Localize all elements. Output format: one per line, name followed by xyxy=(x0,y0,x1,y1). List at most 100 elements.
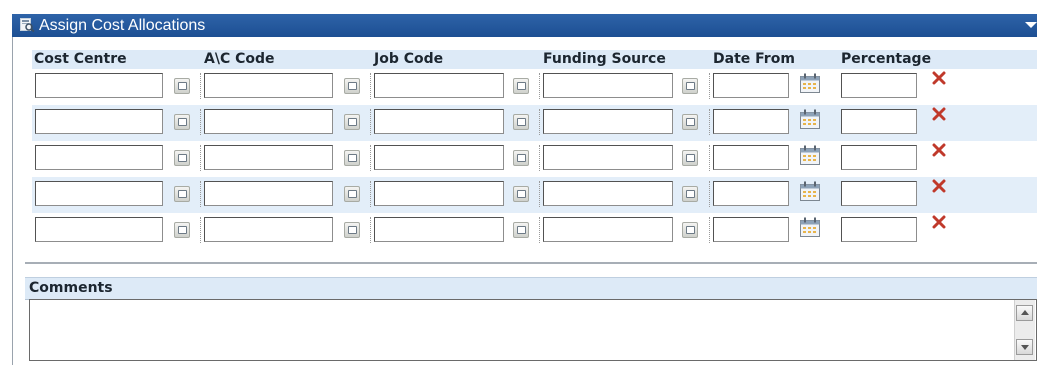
funding-source-lookup-icon[interactable] xyxy=(682,78,698,94)
date-from-input[interactable] xyxy=(713,145,789,170)
scroll-down-button[interactable] xyxy=(1016,339,1033,355)
percentage-input[interactable] xyxy=(841,217,917,242)
job-code-lookup-icon[interactable] xyxy=(513,78,529,94)
allocation-grid: Cost Centre A\C Code Job Code Funding So… xyxy=(32,50,1037,260)
column-separator xyxy=(200,145,201,171)
funding-source-input[interactable] xyxy=(543,217,673,242)
column-separator xyxy=(709,217,710,243)
delete-row-icon[interactable] xyxy=(932,179,946,193)
delete-row-icon[interactable] xyxy=(932,71,946,85)
funding-source-input[interactable] xyxy=(543,181,673,206)
cost-centre-input[interactable] xyxy=(35,73,163,98)
comments-scrollbar[interactable] xyxy=(1014,300,1035,360)
job-code-lookup-icon[interactable] xyxy=(513,150,529,166)
allocation-row xyxy=(32,213,1037,249)
date-from-input[interactable] xyxy=(713,181,789,206)
job-code-input[interactable] xyxy=(374,217,504,242)
funding-source-input[interactable] xyxy=(543,73,673,98)
ac-code-input[interactable] xyxy=(204,145,333,170)
chevron-down-icon[interactable] xyxy=(1025,22,1037,28)
comments-label: Comments xyxy=(29,280,113,296)
funding-source-lookup-icon[interactable] xyxy=(682,114,698,130)
ac-code-input[interactable] xyxy=(204,217,333,242)
column-separator xyxy=(539,109,540,135)
header-job-code: Job Code xyxy=(374,51,444,67)
ac-code-lookup-icon[interactable] xyxy=(344,114,360,130)
panel-icon xyxy=(20,18,35,32)
cost-centre-input[interactable] xyxy=(35,181,163,206)
ac-code-lookup-icon[interactable] xyxy=(344,222,360,238)
column-separator xyxy=(539,181,540,207)
column-separator xyxy=(709,109,710,135)
funding-source-lookup-icon[interactable] xyxy=(682,222,698,238)
comments-header: Comments xyxy=(25,277,1037,300)
calendar-icon[interactable] xyxy=(799,108,821,130)
allocation-row xyxy=(32,105,1037,141)
delete-row-icon[interactable] xyxy=(932,215,946,229)
date-from-input[interactable] xyxy=(713,73,789,98)
funding-source-input[interactable] xyxy=(543,145,673,170)
column-separator xyxy=(539,217,540,243)
date-from-input[interactable] xyxy=(713,109,789,134)
column-separator xyxy=(709,73,710,99)
job-code-lookup-icon[interactable] xyxy=(513,186,529,202)
cost-centre-lookup-icon[interactable] xyxy=(174,78,190,94)
ac-code-lookup-icon[interactable] xyxy=(344,186,360,202)
ac-code-lookup-icon[interactable] xyxy=(344,150,360,166)
column-separator xyxy=(370,217,371,243)
job-code-lookup-icon[interactable] xyxy=(513,114,529,130)
percentage-input[interactable] xyxy=(841,109,917,134)
column-separator xyxy=(370,73,371,99)
comments-textarea[interactable] xyxy=(29,299,1037,361)
column-separator xyxy=(200,73,201,99)
job-code-input[interactable] xyxy=(374,145,504,170)
ac-code-input[interactable] xyxy=(204,73,333,98)
panel-title: Assign Cost Allocations xyxy=(39,17,206,34)
job-code-lookup-icon[interactable] xyxy=(513,222,529,238)
column-separator xyxy=(200,181,201,207)
ac-code-lookup-icon[interactable] xyxy=(344,78,360,94)
column-separator xyxy=(370,181,371,207)
percentage-input[interactable] xyxy=(841,181,917,206)
percentage-input[interactable] xyxy=(841,73,917,98)
header-date-from: Date From xyxy=(713,51,795,67)
header-cost-centre: Cost Centre xyxy=(34,51,127,67)
column-separator xyxy=(539,145,540,171)
panel-left-border xyxy=(12,37,13,365)
column-separator xyxy=(709,145,710,171)
cost-centre-input[interactable] xyxy=(35,145,163,170)
funding-source-lookup-icon[interactable] xyxy=(682,150,698,166)
cost-centre-lookup-icon[interactable] xyxy=(174,114,190,130)
funding-source-input[interactable] xyxy=(543,109,673,134)
allocation-row xyxy=(32,141,1037,177)
cost-centre-lookup-icon[interactable] xyxy=(174,186,190,202)
job-code-input[interactable] xyxy=(374,109,504,134)
cost-centre-input[interactable] xyxy=(35,109,163,134)
allocation-row xyxy=(32,69,1037,105)
cost-centre-lookup-icon[interactable] xyxy=(174,150,190,166)
column-separator xyxy=(200,109,201,135)
column-separator xyxy=(370,109,371,135)
percentage-input[interactable] xyxy=(841,145,917,170)
calendar-icon[interactable] xyxy=(799,180,821,202)
calendar-icon[interactable] xyxy=(799,216,821,238)
cost-centre-lookup-icon[interactable] xyxy=(174,222,190,238)
job-code-input[interactable] xyxy=(374,73,504,98)
column-separator xyxy=(370,145,371,171)
column-separator xyxy=(709,181,710,207)
scroll-up-button[interactable] xyxy=(1016,305,1033,321)
funding-source-lookup-icon[interactable] xyxy=(682,186,698,202)
ac-code-input[interactable] xyxy=(204,109,333,134)
allocation-row xyxy=(32,177,1037,213)
cost-centre-input[interactable] xyxy=(35,217,163,242)
column-separator xyxy=(200,217,201,243)
delete-row-icon[interactable] xyxy=(932,143,946,157)
delete-row-icon[interactable] xyxy=(932,107,946,121)
calendar-icon[interactable] xyxy=(799,72,821,94)
job-code-input[interactable] xyxy=(374,181,504,206)
ac-code-input[interactable] xyxy=(204,181,333,206)
section-divider xyxy=(25,262,1037,264)
calendar-icon[interactable] xyxy=(799,144,821,166)
date-from-input[interactable] xyxy=(713,217,789,242)
panel-title-bar: Assign Cost Allocations xyxy=(12,14,1037,37)
